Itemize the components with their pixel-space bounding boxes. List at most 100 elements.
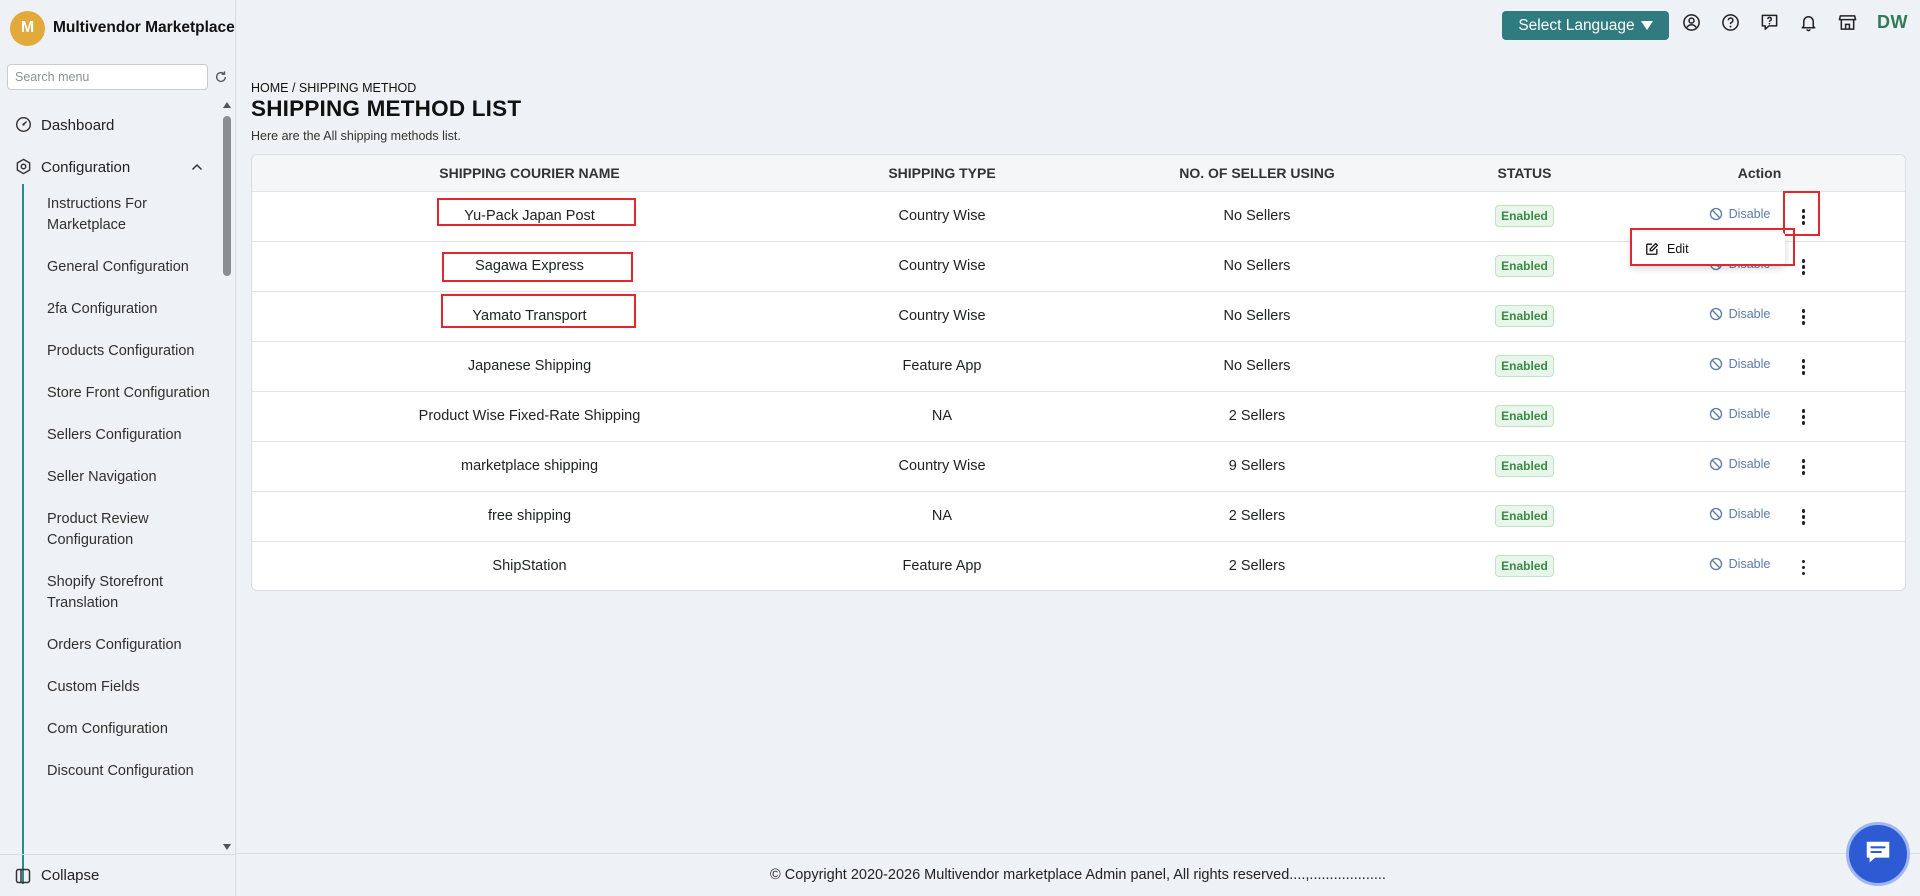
status-cell: Enabled (1437, 491, 1612, 541)
chevron-up-icon[interactable] (190, 160, 204, 174)
more-actions-icon[interactable] (1796, 459, 1810, 475)
disable-button[interactable]: Disable (1709, 457, 1771, 471)
ban-icon (1709, 557, 1723, 571)
sidebar-item-configuration[interactable]: Configuration (0, 146, 222, 188)
table-header-row: SHIPPING COURIER NAME SHIPPING TYPE NO. … (252, 155, 1905, 191)
select-language-button[interactable]: Select Language (1502, 11, 1669, 40)
disable-button[interactable]: Disable (1709, 407, 1771, 421)
sidebar-item-general-configuration[interactable]: General Configuration (24, 257, 222, 278)
sidebar-item-label: Dashboard (41, 116, 115, 134)
disable-label: Disable (1728, 507, 1771, 521)
sidebar-item-store-front-configuration[interactable]: Store Front Configuration (24, 383, 222, 404)
status-badge: Enabled (1495, 355, 1554, 377)
bell-icon[interactable] (1799, 13, 1818, 32)
courier-name: Yu-Pack Japan Post (464, 208, 595, 224)
status-cell: Enabled (1437, 241, 1612, 291)
shipping-type: Feature App (902, 558, 982, 575)
courier-name: free shipping (487, 508, 572, 524)
seller-count: No Sellers (1223, 208, 1291, 224)
menu-search-input[interactable] (7, 64, 208, 90)
disable-label: Disable (1728, 407, 1771, 421)
sidebar-item-dashboard[interactable]: Dashboard (0, 104, 222, 146)
ban-icon (1709, 407, 1723, 421)
seller-count: 9 Sellers (1228, 458, 1286, 474)
collapse-button[interactable]: Collapse (0, 854, 236, 896)
sidebar-item-2fa-configuration[interactable]: 2fa Configuration (24, 299, 222, 320)
row-action-menu: Edit (1631, 232, 1785, 266)
disable-button[interactable]: Disable (1709, 557, 1771, 572)
scroll-down-icon[interactable] (223, 844, 231, 850)
refresh-icon[interactable] (214, 70, 228, 84)
configuration-icon (15, 158, 33, 176)
disable-label: Disable (1728, 307, 1771, 321)
sidebar-item-custom-fields[interactable]: Custom Fields (24, 677, 222, 698)
page-title: SHIPPING METHOD LIST (251, 96, 522, 121)
table-row: Yamato Transport Country Wise No Sellers… (252, 291, 1905, 341)
topbar-icons: DW (1682, 12, 1908, 33)
disable-label: Disable (1728, 557, 1771, 572)
sidebar-item-orders-configuration[interactable]: Orders Configuration (24, 635, 222, 656)
disable-button[interactable]: Disable (1709, 507, 1771, 521)
table-row: Product Wise Fixed-Rate Shipping NA 2 Se… (252, 391, 1905, 441)
seller-count: No Sellers (1223, 258, 1291, 274)
sidebar-item-instructions[interactable]: Instructions For Marketplace (24, 194, 222, 236)
question-chat-icon[interactable] (1760, 13, 1779, 32)
sidebar-item-com-configuration[interactable]: Com Configuration (24, 719, 222, 740)
disable-button[interactable]: Disable (1709, 207, 1770, 221)
more-actions-icon[interactable] (1796, 509, 1810, 525)
sidebar-item-products-configuration[interactable]: Products Configuration (24, 341, 222, 362)
brand[interactable]: M Multivendor Marketplace (10, 10, 235, 46)
sidebar-item-discount-configuration[interactable]: Discount Configuration (24, 761, 222, 782)
user-circle-icon[interactable] (1682, 13, 1701, 32)
action-cell: Disable (1612, 341, 1905, 391)
shipping-methods-table: SHIPPING COURIER NAME SHIPPING TYPE NO. … (251, 154, 1906, 591)
sidebar-nav: Dashboard Configuration (0, 104, 222, 188)
user-avatar[interactable]: DW (1877, 12, 1908, 33)
courier-name: Japanese Shipping (467, 358, 592, 374)
store-icon[interactable] (1838, 13, 1857, 32)
scroll-thumb[interactable] (223, 116, 231, 276)
scroll-up-icon[interactable] (223, 102, 231, 108)
dashboard-icon (15, 116, 33, 134)
courier-name: marketplace shipping (460, 458, 599, 474)
column-header: SHIPPING COURIER NAME (439, 164, 620, 181)
edit-menu-item[interactable]: Edit (1667, 242, 1689, 256)
ban-icon (1709, 207, 1723, 221)
table-row: ShipStation Feature App 2 Sellers Enable… (252, 541, 1905, 590)
sidebar-item-shopify-storefront-translation[interactable]: Shopify Storefront Translation (24, 572, 222, 614)
seller-count: 2 Sellers (1228, 558, 1286, 575)
column-header: NO. OF SELLER USING (1179, 164, 1335, 181)
shipping-type: Country Wise (898, 258, 986, 274)
sidebar-item-label: Configuration (41, 158, 131, 176)
seller-count: 2 Sellers (1228, 408, 1286, 424)
more-actions-icon[interactable] (1796, 409, 1810, 425)
status-badge: Enabled (1495, 405, 1554, 427)
sidebar-scrollbar[interactable] (222, 100, 232, 852)
chat-icon (1863, 837, 1893, 872)
action-cell: Disable (1612, 541, 1905, 590)
sidebar-item-product-review-configuration[interactable]: Product Review Configuration (24, 509, 222, 551)
more-actions-icon[interactable] (1796, 359, 1810, 375)
shipping-type: Country Wise (898, 308, 986, 324)
seller-count: 2 Sellers (1228, 508, 1286, 524)
chat-button[interactable] (1846, 822, 1910, 886)
disable-label: Disable (1728, 457, 1771, 471)
status-cell: Enabled (1437, 341, 1612, 391)
shipping-type: Country Wise (898, 458, 986, 474)
help-icon[interactable] (1721, 13, 1740, 32)
more-actions-icon[interactable] (1796, 559, 1810, 576)
shipping-type: NA (931, 508, 953, 524)
shipping-type: Feature App (902, 358, 982, 374)
breadcrumb: HOME / SHIPPING METHOD (251, 81, 417, 95)
action-cell: Disable (1612, 291, 1905, 341)
sidebar-item-sellers-configuration[interactable]: Sellers Configuration (24, 425, 222, 446)
menu-search (7, 64, 228, 90)
sidebar-item-seller-navigation[interactable]: Seller Navigation (24, 467, 222, 488)
more-actions-icon[interactable] (1796, 259, 1810, 275)
more-actions-icon[interactable] (1796, 309, 1810, 325)
collapse-icon (15, 868, 31, 884)
disable-button[interactable]: Disable (1709, 307, 1771, 321)
more-actions-icon[interactable] (1796, 209, 1810, 225)
courier-name: Sagawa Express (475, 258, 584, 274)
disable-button[interactable]: Disable (1709, 357, 1770, 371)
